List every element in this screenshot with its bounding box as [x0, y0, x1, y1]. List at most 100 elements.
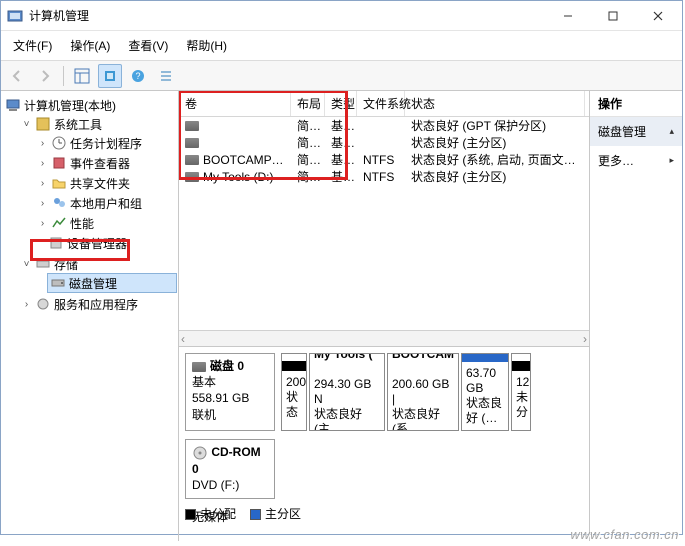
actions-group-label: 磁盘管理	[598, 123, 646, 140]
caret-down-icon[interactable]: ˅	[21, 119, 32, 130]
tree-storage[interactable]: ˅ 存储	[21, 255, 176, 273]
actions-more[interactable]: 更多… ▸	[590, 146, 682, 175]
table-row[interactable]: BOOTCAMP (C:)简单基本NTFS状态良好 (系统, 启动, 页面文件,…	[179, 151, 589, 168]
tools-icon	[35, 116, 51, 132]
window-title: 计算机管理	[29, 7, 545, 24]
caret-right-icon[interactable]: ›	[37, 178, 48, 189]
back-button[interactable]	[5, 64, 29, 88]
event-viewer-label: 事件查看器	[70, 155, 130, 172]
chevron-up-icon: ▴	[669, 126, 674, 137]
legend-primary: 主分区	[265, 507, 301, 521]
disk-icon	[50, 275, 66, 291]
caret-right-icon[interactable]: ›	[21, 299, 32, 310]
services-apps-label: 服务和应用程序	[54, 296, 138, 313]
tree-task-scheduler[interactable]: › 任务计划程序	[37, 134, 176, 152]
col-type[interactable]: 类型	[325, 91, 357, 116]
tree-disk-management[interactable]: 磁盘管理	[48, 274, 176, 292]
col-layout[interactable]: 布局	[291, 91, 325, 116]
horizontal-scrollbar[interactable]: ‹›	[179, 330, 589, 346]
legend-primary-swatch	[250, 509, 261, 520]
caret-right-icon[interactable]: ›	[37, 138, 48, 149]
list-view-icon[interactable]	[154, 64, 178, 88]
chevron-right-icon: ▸	[669, 155, 674, 166]
partition[interactable]: 200状态	[281, 353, 307, 431]
actions-header: 操作	[590, 91, 682, 117]
disk0-partitions: 200状态My Tools (294.30 GB N状态良好 (主BOOTCAM…	[281, 353, 583, 431]
tree-shared-folders[interactable]: › 共享文件夹	[37, 174, 176, 192]
col-fs[interactable]: 文件系统	[357, 91, 405, 116]
cd-icon	[192, 445, 208, 461]
disk-graphical-view: 磁盘 0 基本 558.91 GB 联机 200状态My Tools (294.…	[179, 346, 589, 541]
folder-icon	[51, 175, 67, 191]
volume-table-header: 卷 布局 类型 文件系统 状态	[179, 91, 589, 117]
col-volume[interactable]: 卷	[179, 91, 291, 116]
partition[interactable]: BOOTCAM200.60 GB |状态良好 (系	[387, 353, 459, 431]
tree-root[interactable]: 计算机管理(本地)	[5, 96, 176, 114]
cdrom-info[interactable]: CD-ROM 0 DVD (F:) 无媒体	[185, 439, 275, 499]
menu-help[interactable]: 帮助(H)	[184, 35, 229, 56]
clock-icon	[51, 135, 67, 151]
event-icon	[51, 155, 67, 171]
tree-system-tools[interactable]: ˅ 系统工具	[21, 115, 176, 133]
task-sched-label: 任务计划程序	[70, 135, 142, 152]
local-users-label: 本地用户和组	[70, 195, 142, 212]
caret-right-icon[interactable]: ›	[37, 158, 48, 169]
legend-unallocated-swatch	[185, 509, 196, 520]
cdrom-drive: DVD (F:)	[192, 478, 239, 492]
menu-view[interactable]: 查看(V)	[126, 35, 170, 56]
tree-services-apps[interactable]: › 服务和应用程序	[21, 295, 176, 313]
disk0-state: 联机	[192, 408, 216, 422]
separator-icon	[63, 66, 64, 86]
table-row[interactable]: My Tools (D:)简单基本NTFS状态良好 (主分区)	[179, 168, 589, 185]
table-row[interactable]: 简单基本状态良好 (GPT 保护分区)	[179, 117, 589, 134]
table-row[interactable]: 简单基本状态良好 (主分区)	[179, 134, 589, 151]
device-mgr-label: 设备管理器	[67, 235, 127, 252]
shared-folders-label: 共享文件夹	[70, 175, 130, 192]
col-status[interactable]: 状态	[405, 91, 585, 116]
content-pane: 卷 布局 类型 文件系统 状态 简单基本状态良好 (GPT 保护分区)简单基本状…	[179, 91, 590, 541]
tree-device-manager[interactable]: 设备管理器	[37, 234, 176, 252]
menubar: 文件(F) 操作(A) 查看(V) 帮助(H)	[1, 31, 682, 61]
watermark: www.cfan.com.cn	[570, 527, 679, 542]
disk0-size: 558.91 GB	[192, 391, 249, 405]
forward-button[interactable]	[33, 64, 57, 88]
partition[interactable]: 127未分	[511, 353, 531, 431]
menu-file[interactable]: 文件(F)	[11, 35, 54, 56]
app-icon	[7, 8, 23, 24]
window-controls	[545, 1, 680, 30]
caret-right-icon[interactable]: ›	[37, 198, 48, 209]
close-button[interactable]	[635, 1, 680, 30]
disk0-info[interactable]: 磁盘 0 基本 558.91 GB 联机	[185, 353, 275, 431]
help-button[interactable]: ?	[126, 64, 150, 88]
storage-icon	[35, 256, 51, 272]
caret-down-icon[interactable]: ˅	[21, 259, 32, 270]
actions-more-label: 更多…	[598, 152, 634, 169]
tree-system-tools-label: 系统工具	[54, 116, 102, 133]
tree-performance[interactable]: › 性能	[37, 214, 176, 232]
tree-local-users[interactable]: › 本地用户和组	[37, 194, 176, 212]
maximize-button[interactable]	[590, 1, 635, 30]
actions-group[interactable]: 磁盘管理 ▴	[590, 117, 682, 146]
svg-text:?: ?	[135, 71, 140, 81]
storage-label: 存储	[54, 256, 78, 273]
up-panel-icon[interactable]	[70, 64, 94, 88]
volume-table[interactable]: 卷 布局 类型 文件系统 状态 简单基本状态良好 (GPT 保护分区)简单基本状…	[179, 91, 589, 346]
disk0-title: 磁盘 0	[210, 359, 244, 373]
partition[interactable]: My Tools (294.30 GB N状态良好 (主	[309, 353, 385, 431]
partition[interactable]: 63.70 GB状态良好 (…	[461, 353, 509, 431]
performance-label: 性能	[70, 215, 94, 232]
computer-icon	[5, 97, 21, 113]
tree-pane: 计算机管理(本地) ˅ 系统工具 › 任务计划程序	[1, 91, 179, 541]
services-icon	[35, 296, 51, 312]
disk-mgmt-label: 磁盘管理	[69, 275, 117, 292]
toolbar: ?	[1, 61, 682, 91]
perf-icon	[51, 215, 67, 231]
refresh-button[interactable]	[98, 64, 122, 88]
disk0-kind: 基本	[192, 375, 216, 389]
tree-event-viewer[interactable]: › 事件查看器	[37, 154, 176, 172]
caret-right-icon[interactable]: ›	[37, 218, 48, 229]
users-icon	[51, 195, 67, 211]
menu-action[interactable]: 操作(A)	[68, 35, 112, 56]
titlebar: 计算机管理	[1, 1, 682, 31]
minimize-button[interactable]	[545, 1, 590, 30]
